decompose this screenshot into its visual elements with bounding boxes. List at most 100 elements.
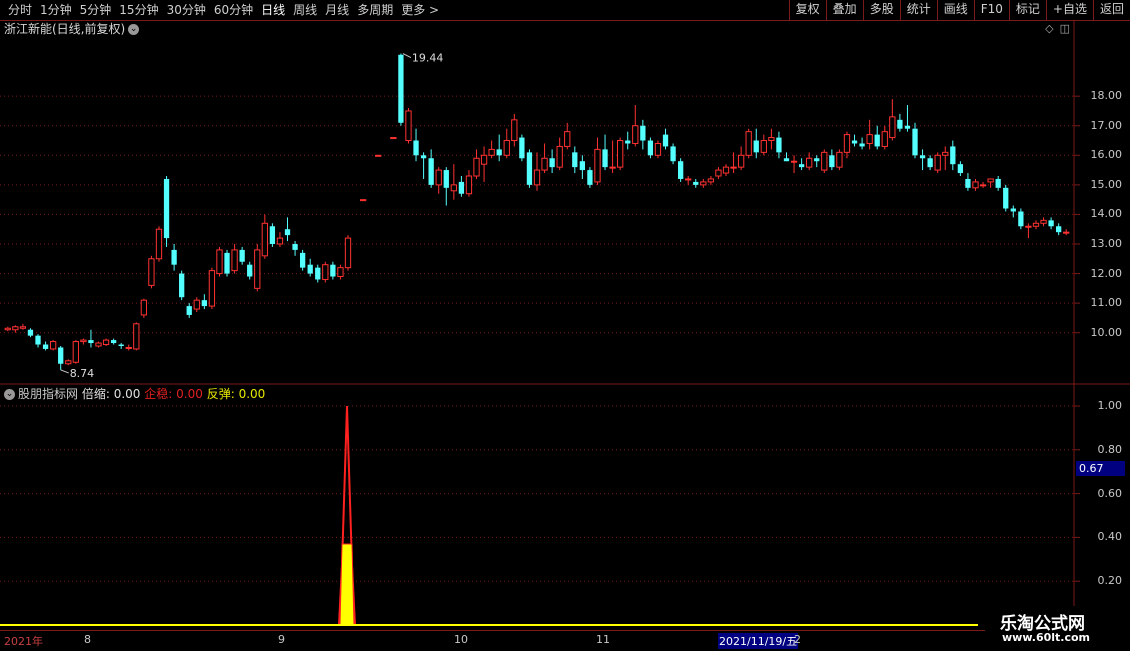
candle-body (88, 340, 94, 344)
candle-body (133, 323, 140, 350)
candle-body (413, 140, 419, 156)
candle-body (239, 249, 245, 262)
candle-body (617, 140, 624, 168)
candle-body (284, 229, 291, 236)
candle-body (1018, 211, 1024, 227)
candle-body (216, 249, 223, 275)
candle-body (934, 154, 941, 171)
indicator-tick-label: 0.80 (1097, 442, 1123, 456)
candle-body (745, 131, 752, 156)
candle-body (398, 54, 404, 123)
candle-body (193, 299, 200, 310)
price-tick-label: 14.00 (1090, 207, 1123, 221)
watermark-url: www.60lt.com (1002, 631, 1091, 644)
candle-body (443, 170, 449, 188)
candle-body (549, 158, 555, 168)
candle-body (640, 125, 646, 141)
indicator-tick-label: 0.60 (1097, 486, 1123, 500)
candle-body (473, 157, 480, 177)
candle-body (511, 119, 518, 142)
candle-body (995, 178, 1001, 188)
candle-body (889, 116, 896, 139)
candle-body (572, 152, 578, 168)
candle-body (897, 119, 903, 129)
candle-body (337, 267, 344, 278)
candle-body (65, 360, 72, 365)
candle-body (760, 140, 767, 153)
candle-body (247, 264, 253, 277)
candle-body (375, 154, 382, 157)
price-tick-label: 17.00 (1090, 118, 1123, 132)
candle-body (625, 140, 631, 144)
candle-body (1040, 219, 1047, 224)
indicator-tick-label: 0.40 (1097, 530, 1123, 544)
candle-body (179, 273, 185, 298)
date-label-oct: 10 (454, 633, 468, 646)
indicator-tick-label: 1.00 (1097, 399, 1123, 412)
candle-body (428, 158, 434, 185)
candle-body (647, 140, 654, 156)
candle-body (972, 181, 979, 189)
candle-body (798, 164, 805, 168)
selected-date: 2021/11/19/五 (718, 633, 799, 649)
date-label-dec: 2 (794, 633, 801, 646)
price-tick-label: 18.00 (1090, 89, 1123, 103)
candle-body (829, 155, 835, 168)
candle-body (836, 151, 843, 168)
candle-body (125, 346, 132, 349)
candle-body (19, 326, 27, 329)
candle-body (435, 169, 442, 186)
candle-body (49, 341, 57, 350)
indicator-title: ⌄ 股朋指标网 倍缩: 0.00 企稳: 0.00 反弹: 0.00 (4, 386, 265, 402)
candle-body (201, 300, 207, 307)
candle-body (42, 344, 49, 349)
candle-body (556, 145, 563, 168)
indicator-yellow-spike (339, 543, 355, 626)
high-label: 19.44 (412, 52, 444, 65)
candle-body (927, 158, 933, 168)
candle-body (261, 222, 268, 257)
candle-body (851, 140, 858, 144)
date-label-year: 2021年 (4, 635, 43, 648)
candle-body (950, 146, 956, 165)
candle-body (783, 158, 790, 162)
candle-body (821, 151, 828, 171)
candle-body (881, 131, 888, 147)
candle-body (1003, 187, 1009, 209)
candle-body (632, 125, 639, 144)
candle-body (987, 178, 994, 183)
candle-body (72, 341, 79, 363)
candle-body (904, 125, 911, 129)
candle-body (155, 228, 163, 260)
candle-body (224, 252, 230, 274)
candle-body (102, 339, 110, 346)
date-label-aug: 8 (84, 633, 91, 646)
candle-body (685, 178, 692, 181)
candle-body (609, 166, 616, 169)
price-tick-label: 13.00 (1090, 237, 1123, 250)
candle-body (677, 161, 684, 179)
cursor-value-tag: 0.67 (1076, 461, 1125, 476)
candle-body (148, 258, 155, 286)
candle-body (480, 154, 488, 165)
candle-body (670, 146, 676, 162)
candle-body (208, 270, 216, 307)
candle-body (140, 299, 148, 316)
candle-body (662, 134, 669, 147)
candle-body (254, 249, 261, 289)
candle-body (315, 267, 321, 280)
candle-body (80, 339, 87, 343)
indicator-label-2: 企稳: (144, 387, 173, 401)
indicator-value-1: 0.00 (113, 387, 141, 401)
price-tick-label: 10.00 (1090, 325, 1123, 339)
candle-body (359, 199, 367, 202)
candle-body (965, 178, 971, 188)
candle-body (874, 134, 880, 147)
indicator-value-3: 0.00 (238, 387, 266, 401)
candle-body (4, 327, 11, 331)
candle-body (299, 252, 306, 268)
candle-body (496, 149, 502, 156)
candle-body (450, 184, 457, 192)
chevron-down-icon[interactable]: ⌄ (4, 389, 15, 400)
candle-body (458, 181, 465, 194)
